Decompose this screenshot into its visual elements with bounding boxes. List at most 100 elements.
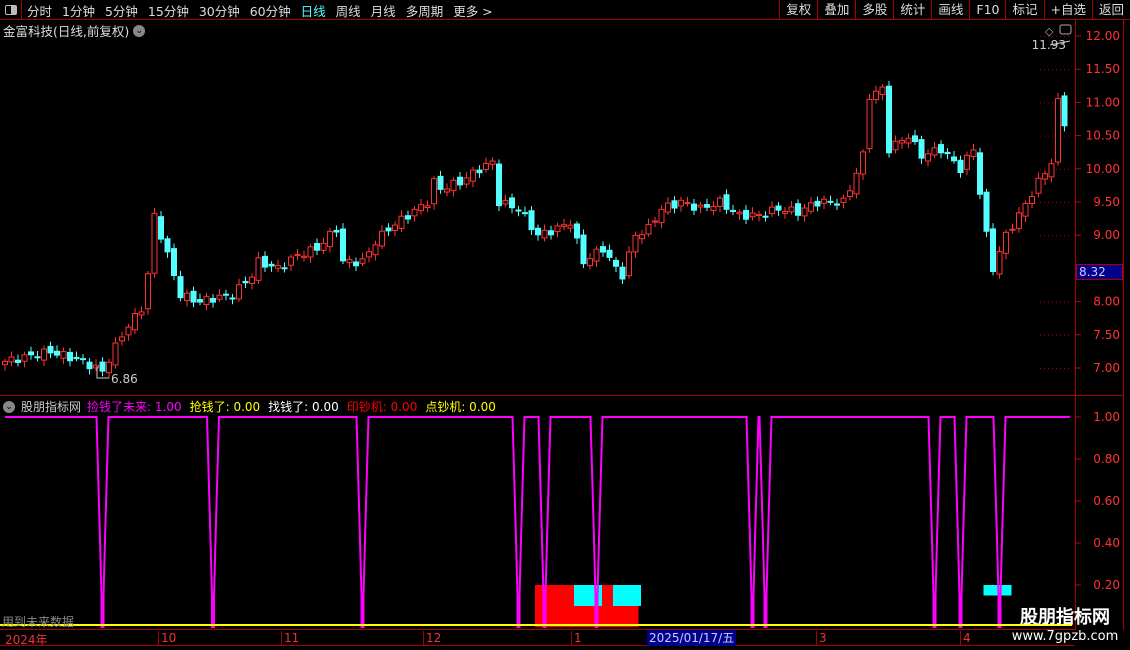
grid-dot: [1044, 168, 1045, 170]
grid-dot: [1044, 102, 1045, 104]
grid-dot: [1064, 334, 1065, 336]
candle-up: [658, 208, 665, 224]
candle-up: [138, 311, 145, 316]
candle-up: [249, 276, 255, 284]
candle-up: [145, 273, 151, 310]
grid-dot: [1056, 168, 1057, 170]
candle-up: [847, 190, 853, 198]
candle-up: [372, 244, 379, 256]
candle-up: [665, 202, 671, 213]
candle-down: [496, 163, 502, 207]
candle-up: [288, 256, 294, 266]
grid-dot: [1044, 69, 1045, 71]
candle-up: [892, 140, 899, 151]
price-tick-label: 9.00: [1093, 228, 1120, 242]
candle-up: [483, 162, 489, 170]
price-tick-label: 7.50: [1093, 328, 1120, 342]
date-label: 10: [158, 631, 176, 646]
candle-up: [561, 224, 567, 227]
candle-up: [184, 292, 190, 302]
candle-up: [470, 169, 476, 182]
candle-down: [385, 227, 392, 232]
candle-up: [444, 188, 450, 193]
grid-dot: [1052, 102, 1053, 104]
price-tick-label: 10.00: [1086, 162, 1120, 176]
candle-up: [632, 234, 639, 253]
candle-down: [918, 139, 925, 159]
candle-down: [886, 85, 892, 154]
candle-down: [164, 238, 171, 253]
candle-up: [424, 205, 431, 209]
grid-dot: [1048, 334, 1049, 336]
grid-dot: [1068, 334, 1069, 336]
candle-up: [411, 208, 418, 217]
grid-dot: [1056, 235, 1057, 237]
current-price-label: 8.32: [1076, 264, 1123, 280]
candle-up: [1035, 177, 1042, 194]
grid-dot: [1052, 69, 1053, 71]
candle-down: [171, 248, 177, 276]
candle-down: [723, 194, 730, 210]
candle-up: [645, 224, 652, 235]
candle-down: [54, 350, 60, 356]
chart-canvas[interactable]: 12.0011.5011.0010.5010.009.509.008.007.5…: [0, 0, 1130, 650]
candle-up: [1016, 212, 1022, 229]
grid-dot: [1064, 36, 1065, 37]
candle-up: [710, 206, 717, 212]
candle-down: [600, 246, 606, 253]
candle-down: [775, 205, 782, 211]
candle-up: [132, 313, 138, 331]
date-label: 2024年: [5, 633, 48, 647]
candle-down: [73, 356, 80, 360]
candle-up: [652, 220, 658, 223]
candle-up: [801, 207, 808, 217]
candle-up: [808, 202, 814, 212]
grid-dot: [1048, 368, 1049, 369]
candle-down: [1061, 95, 1068, 127]
grid-dot: [1060, 69, 1061, 71]
candle-up: [151, 212, 158, 274]
candle-up: [821, 198, 827, 204]
candle-up: [41, 348, 47, 361]
legend-item: 找钱了: 0.00: [268, 400, 339, 414]
indicator-tick-label: 0.80: [1093, 452, 1120, 466]
candle-up: [782, 211, 788, 214]
candle-up: [60, 351, 67, 359]
grid-dot: [1052, 334, 1053, 336]
candle-up: [925, 153, 931, 162]
candle-up: [1029, 196, 1035, 205]
watermark: 股朋指标网 www.7gpzb.com: [1000, 603, 1130, 644]
date-label: 12: [423, 631, 441, 646]
chevron-down-icon[interactable]: ⌄: [3, 400, 15, 413]
candle-down: [730, 209, 736, 212]
indicator-name[interactable]: 股朋指标网: [21, 398, 81, 415]
watermark-title: 股朋指标网: [1020, 607, 1110, 628]
candle-up: [873, 90, 879, 101]
grid-dot: [1056, 202, 1057, 203]
candle-down: [522, 212, 528, 215]
candle-up: [294, 253, 301, 257]
candle-down: [476, 169, 483, 174]
candle-up: [788, 206, 795, 213]
grid-dot: [1064, 235, 1065, 237]
grid-dot: [1044, 301, 1045, 303]
candle-up: [255, 257, 262, 281]
candle-up: [392, 224, 398, 232]
indicator-tick-label: 0.20: [1093, 578, 1120, 592]
candle-up: [587, 258, 593, 267]
date-label: 3: [816, 631, 827, 646]
indicator-tick-label: 0.60: [1093, 494, 1120, 508]
candle-down: [242, 280, 249, 284]
grid-dot: [1068, 36, 1069, 37]
grid-dot: [1056, 368, 1057, 369]
candle-down: [210, 297, 216, 303]
candle-up: [840, 197, 847, 203]
grid-dot: [1040, 135, 1041, 137]
candle-down: [671, 200, 678, 209]
candle-up: [366, 251, 372, 258]
grid-dot: [1068, 135, 1069, 137]
grid-dot: [1044, 202, 1045, 203]
grid-dot: [1044, 235, 1045, 237]
candle-up: [21, 354, 28, 362]
grid-dot: [1068, 202, 1069, 203]
